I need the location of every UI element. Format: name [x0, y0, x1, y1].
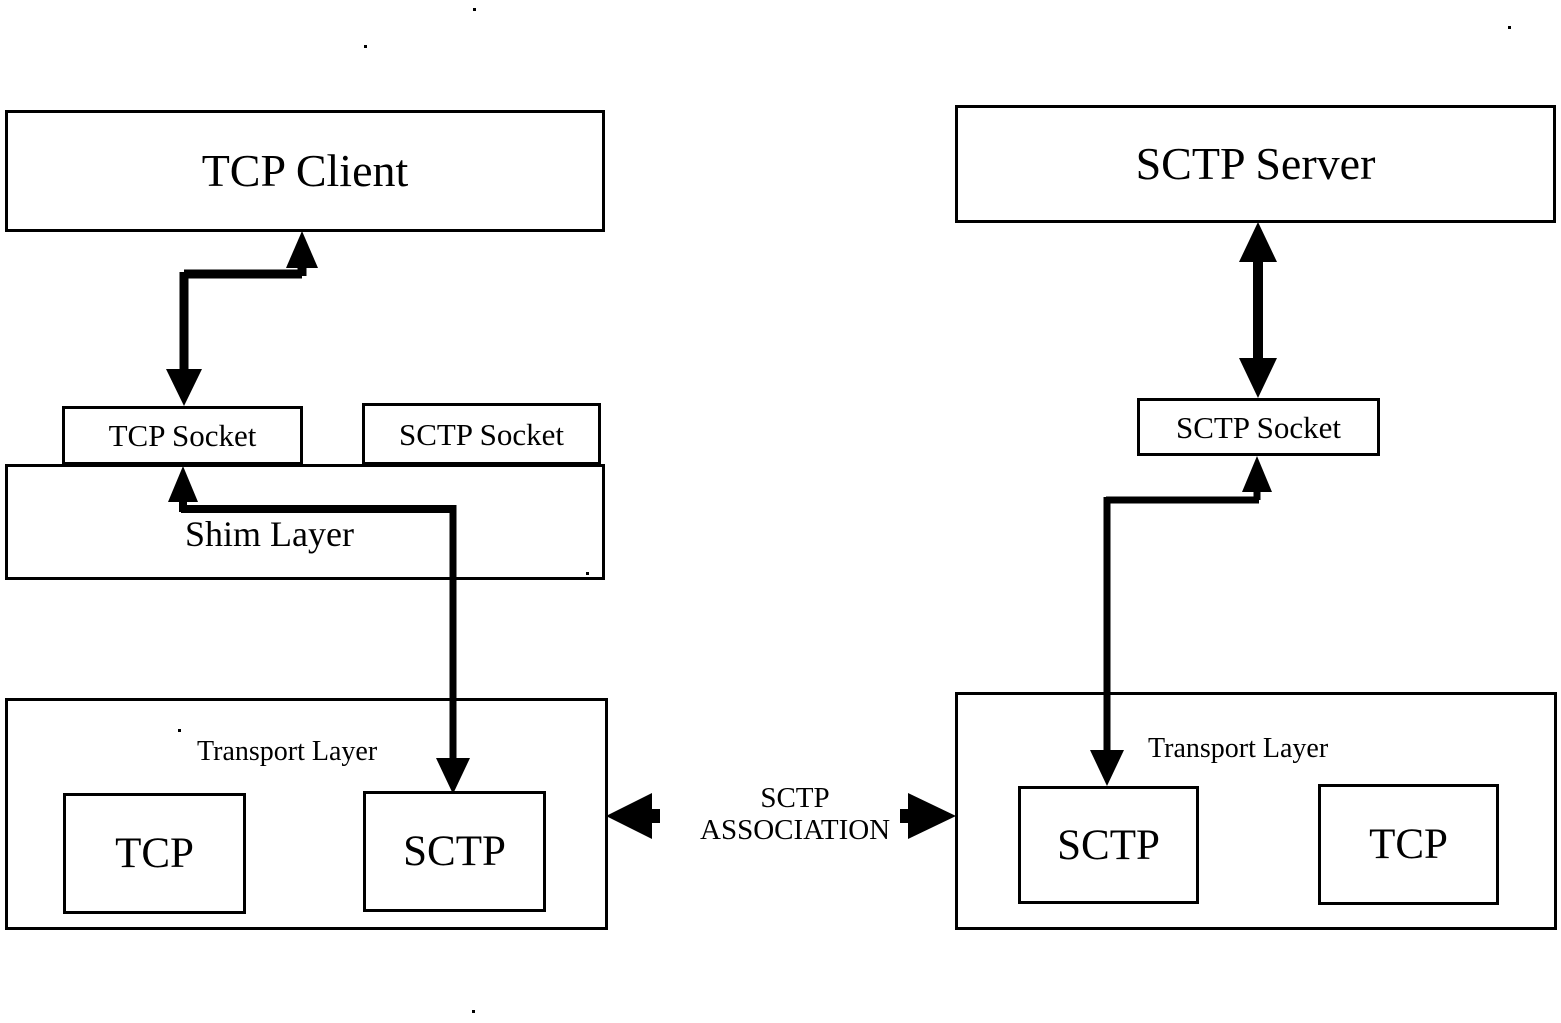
- left-protocol-label-sctp: SCTP: [403, 828, 506, 875]
- right-socket-box-sctp: SCTP Socket: [1137, 398, 1380, 456]
- right-application-box: SCTP Server: [955, 105, 1556, 223]
- scan-speckle: [178, 729, 181, 732]
- diagram-canvas: TCP Client TCP Socket SCTP Socket Shim L…: [0, 0, 1561, 1023]
- scan-speckle: [364, 45, 367, 48]
- left-transport-layer-label: Transport Layer: [197, 736, 378, 767]
- left-socket-label-tcp: TCP Socket: [108, 418, 257, 453]
- scan-speckle: [472, 1010, 475, 1013]
- left-socket-label-sctp: SCTP Socket: [398, 416, 565, 452]
- left-application-label: TCP Client: [201, 145, 409, 196]
- sctp-association-line-2: ASSOCIATION: [700, 814, 891, 847]
- scan-speckle: [586, 572, 589, 575]
- right-socket-label-sctp: SCTP Socket: [1175, 409, 1342, 445]
- left-protocol-box-sctp: SCTP: [363, 791, 546, 912]
- right-transport-layer-label: Transport Layer: [1148, 733, 1329, 764]
- left-socket-box-sctp: SCTP Socket: [362, 403, 601, 465]
- right-protocol-box-tcp: TCP: [1318, 784, 1499, 905]
- scan-speckle: [473, 8, 476, 11]
- left-application-box: TCP Client: [5, 110, 605, 232]
- left-socket-box-tcp: TCP Socket: [62, 406, 303, 465]
- right-protocol-label-tcp: TCP: [1369, 821, 1448, 868]
- arrow-right-sctp-to-socket: [1106, 456, 1272, 504]
- left-protocol-label-tcp: TCP: [115, 830, 194, 877]
- sctp-association-line-1: SCTP: [760, 782, 830, 814]
- arrow-left-client-up: [184, 231, 318, 279]
- right-protocol-label-sctp: SCTP: [1057, 821, 1160, 869]
- sctp-association-label: SCTP ASSOCIATION: [700, 782, 890, 847]
- right-protocol-box-sctp: SCTP: [1018, 786, 1199, 904]
- left-shim-layer-label: Shim Layer: [185, 514, 354, 554]
- left-protocol-box-tcp: TCP: [63, 793, 246, 914]
- right-application-label: SCTP Server: [1135, 138, 1376, 189]
- arrow-left-socket-down: [166, 272, 202, 406]
- scan-speckle: [1508, 26, 1511, 29]
- arrow-right-server-socket: [1239, 222, 1277, 398]
